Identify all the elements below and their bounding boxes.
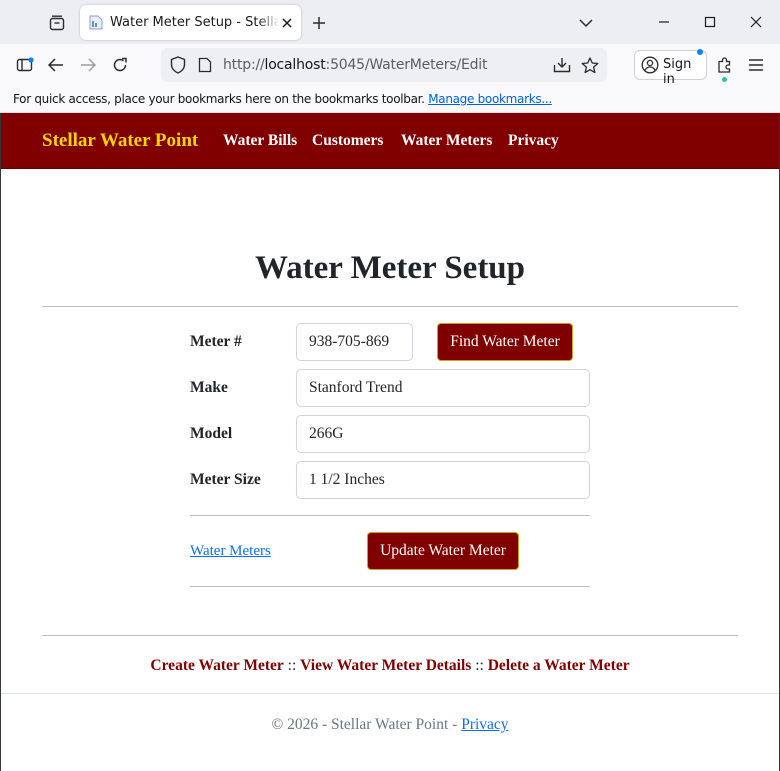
reload-icon — [113, 57, 127, 72]
form-divider-bottom — [190, 586, 590, 587]
minimize-window-button[interactable] — [641, 6, 687, 38]
sign-in-button[interactable]: Sign in — [634, 49, 707, 87]
copyright-text: © 2026 - Stellar Water Point - — [271, 716, 458, 733]
delete-water-meter-link[interactable]: Delete a Water Meter — [488, 657, 630, 674]
forward-button[interactable] — [74, 51, 102, 79]
tab-overview-button[interactable] — [44, 10, 70, 36]
nav-link-water-bills[interactable]: Water Bills — [223, 132, 297, 150]
url-host: localhost — [264, 57, 326, 73]
page-footer: © 2026 - Stellar Water Point - Privacy — [0, 693, 780, 771]
tab-title-fade — [258, 11, 280, 35]
url-path: :5045/WaterMeters/Edit — [325, 57, 488, 73]
save-to-pocket-icon[interactable] — [553, 56, 571, 74]
notification-dot — [697, 49, 703, 55]
make-input[interactable] — [296, 369, 590, 407]
arrow-left-icon — [48, 58, 63, 72]
extension-status-dot — [722, 77, 727, 82]
browser-tab-strip: Water Meter Setup - Stellar Water Point — [0, 0, 780, 44]
link-separator: :: — [287, 657, 297, 674]
bookmark-star-icon[interactable] — [581, 56, 599, 74]
create-water-meter-link[interactable]: Create Water Meter — [150, 657, 283, 674]
bottom-links: Create Water Meter :: View Water Meter D… — [0, 657, 780, 675]
meter-size-label: Meter Size — [190, 471, 261, 488]
view-water-meter-details-link[interactable]: View Water Meter Details — [300, 657, 471, 674]
hamburger-menu-icon — [749, 59, 763, 71]
manage-bookmarks-link[interactable]: Manage bookmarks... — [428, 92, 552, 106]
bookmarks-message: For quick access, place your bookmarks h… — [13, 92, 552, 106]
find-water-meter-button[interactable]: Find Water Meter — [437, 323, 573, 361]
nav-link-privacy[interactable]: Privacy — [508, 132, 559, 150]
maximize-icon — [704, 16, 716, 28]
site-navbar: Stellar Water Point Water Bills Customer… — [0, 113, 780, 169]
bookmarks-toolbar: For quick access, place your bookmarks h… — [0, 86, 780, 113]
title-divider — [42, 306, 738, 307]
make-label: Make — [190, 379, 228, 396]
arrow-right-icon — [81, 58, 96, 72]
extensions-button[interactable] — [711, 51, 739, 82]
sidebar-toggle-button[interactable] — [11, 51, 39, 79]
puzzle-icon — [718, 57, 731, 73]
bookmarks-message-text: For quick access, place your bookmarks h… — [13, 92, 425, 106]
bottom-links-divider — [42, 635, 738, 636]
list-all-tabs-button[interactable] — [573, 10, 599, 36]
nav-link-customers[interactable]: Customers — [312, 132, 383, 150]
model-input[interactable] — [296, 415, 590, 453]
reload-button[interactable] — [106, 51, 134, 79]
address-bar[interactable]: http://localhost:5045/WaterMeters/Edit — [161, 48, 607, 82]
page-favicon-icon — [89, 15, 103, 30]
url-text[interactable]: http://localhost:5045/WaterMeters/Edit — [223, 57, 487, 73]
form-divider-top — [190, 515, 590, 516]
close-icon — [750, 16, 762, 28]
site-brand-link[interactable]: Stellar Water Point — [42, 130, 198, 152]
model-label: Model — [190, 425, 233, 442]
account-icon — [641, 56, 659, 74]
plus-icon — [313, 17, 325, 29]
tab-title: Water Meter Setup - Stellar Water Point — [110, 15, 278, 30]
chevron-down-icon — [579, 19, 593, 28]
footer-text: © 2026 - Stellar Water Point - Privacy — [0, 716, 780, 734]
browser-tab-active[interactable]: Water Meter Setup - Stellar Water Point — [80, 5, 301, 40]
page-info-icon[interactable] — [196, 56, 214, 74]
url-prefix: http:// — [223, 57, 265, 73]
update-water-meter-button[interactable]: Update Water Meter — [367, 532, 519, 570]
page-title: Water Meter Setup — [254, 250, 526, 286]
close-icon — [282, 18, 292, 28]
sign-in-label: Sign in — [663, 57, 692, 87]
tab-overview-icon — [49, 15, 65, 31]
meter-number-input[interactable] — [296, 323, 413, 361]
meter-number-label: Meter # — [190, 333, 242, 350]
nav-link-water-meters[interactable]: Water Meters — [401, 132, 492, 150]
new-tab-button[interactable] — [306, 10, 332, 36]
close-window-button[interactable] — [733, 6, 779, 38]
meter-size-input[interactable] — [296, 461, 590, 499]
back-button[interactable] — [42, 51, 70, 79]
shield-icon[interactable] — [169, 56, 187, 74]
tab-close-button[interactable] — [278, 14, 296, 32]
minimize-icon — [659, 21, 669, 23]
sidebar-icon — [16, 57, 34, 72]
window-left-border — [0, 113, 1, 771]
water-meters-link[interactable]: Water Meters — [190, 543, 271, 560]
maximize-window-button[interactable] — [687, 6, 733, 38]
app-menu-button[interactable] — [742, 51, 770, 79]
footer-privacy-link[interactable]: Privacy — [461, 716, 508, 733]
browser-toolbar: http://localhost:5045/WaterMeters/Edit S… — [0, 44, 780, 87]
link-separator: :: — [475, 657, 484, 674]
